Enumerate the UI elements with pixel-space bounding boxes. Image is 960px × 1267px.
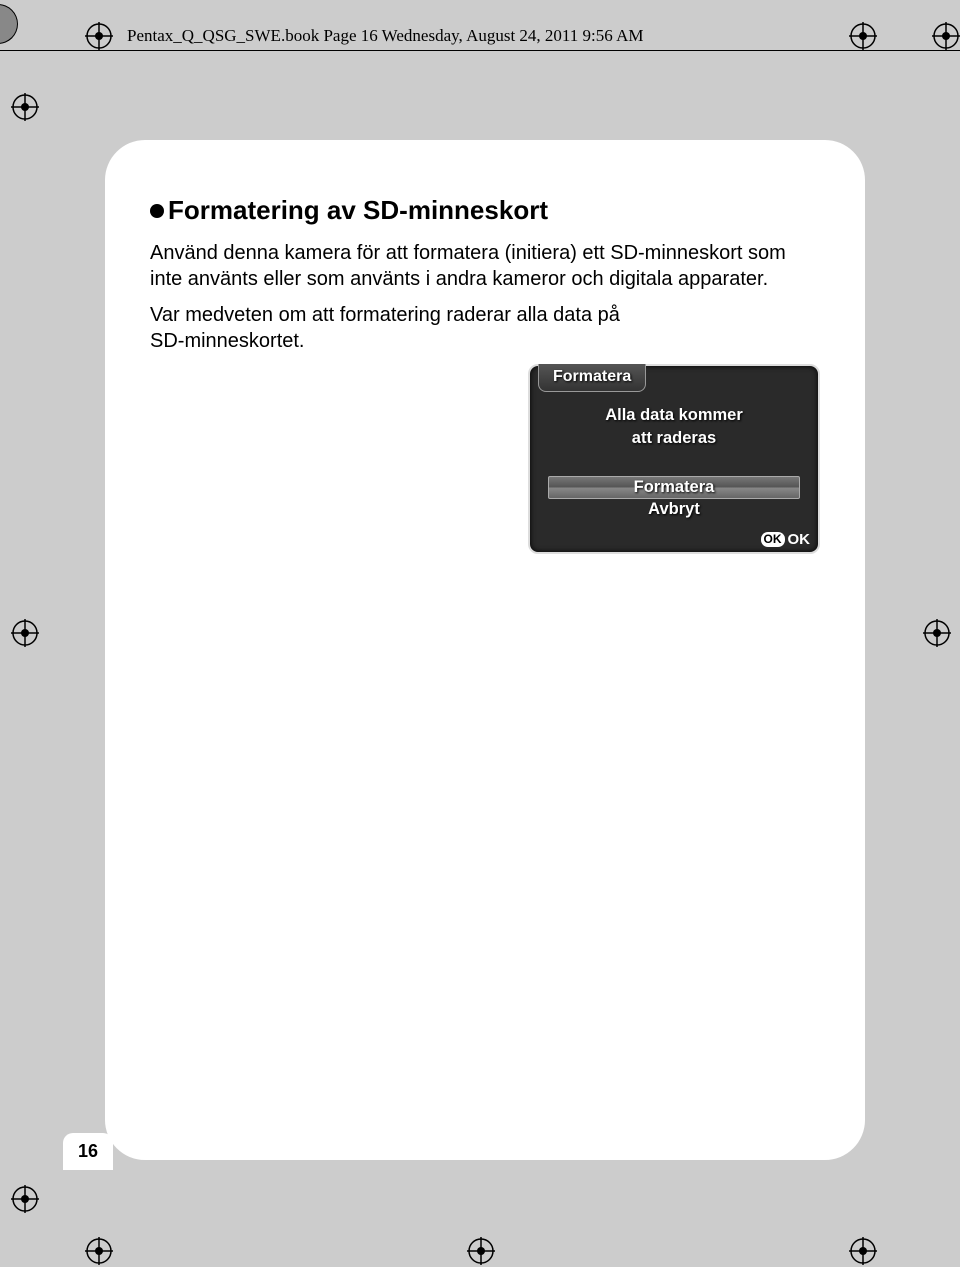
reg-mark-icon <box>85 22 113 50</box>
reg-mark-icon <box>849 1237 877 1265</box>
reg-mark-icon <box>467 1237 495 1265</box>
reg-mark-icon <box>849 22 877 50</box>
section-title-text: Formatering av SD-minneskort <box>168 195 548 226</box>
page-header-text: Pentax_Q_QSG_SWE.book Page 16 Wednesday,… <box>127 26 643 46</box>
ok-label: OK <box>788 531 811 548</box>
paragraph-2: Var medveten om att formatering raderar … <box>150 302 620 354</box>
bullet-icon <box>150 204 164 218</box>
binding-mark-icon <box>0 4 18 44</box>
ok-pill-icon: OK <box>761 532 785 547</box>
reg-mark-icon <box>11 93 39 121</box>
format-dialog: Formatera Alla data kommer att raderas F… <box>528 364 820 554</box>
page-number: 16 <box>63 1133 113 1170</box>
reg-mark-icon <box>932 22 960 50</box>
page-body: Formatering av SD-minneskort Använd denn… <box>105 140 865 1160</box>
paragraph-1: Använd denna kamera för att formatera (i… <box>150 240 820 292</box>
dialog-option-cancel[interactable]: Avbryt <box>548 499 800 520</box>
dialog-option-format[interactable]: Formatera <box>548 476 800 499</box>
dialog-title-tab: Formatera <box>538 364 646 392</box>
dialog-message-line1: Alla data kommer <box>605 406 743 424</box>
reg-mark-icon <box>11 1185 39 1213</box>
header-divider <box>0 50 960 51</box>
dialog-message-line2: att raderas <box>632 429 716 447</box>
reg-mark-icon <box>923 619 951 647</box>
section-title: Formatering av SD-minneskort <box>150 195 820 226</box>
dialog-ok-hint: OK OK <box>761 531 811 548</box>
reg-mark-icon <box>11 619 39 647</box>
reg-mark-icon <box>85 1237 113 1265</box>
